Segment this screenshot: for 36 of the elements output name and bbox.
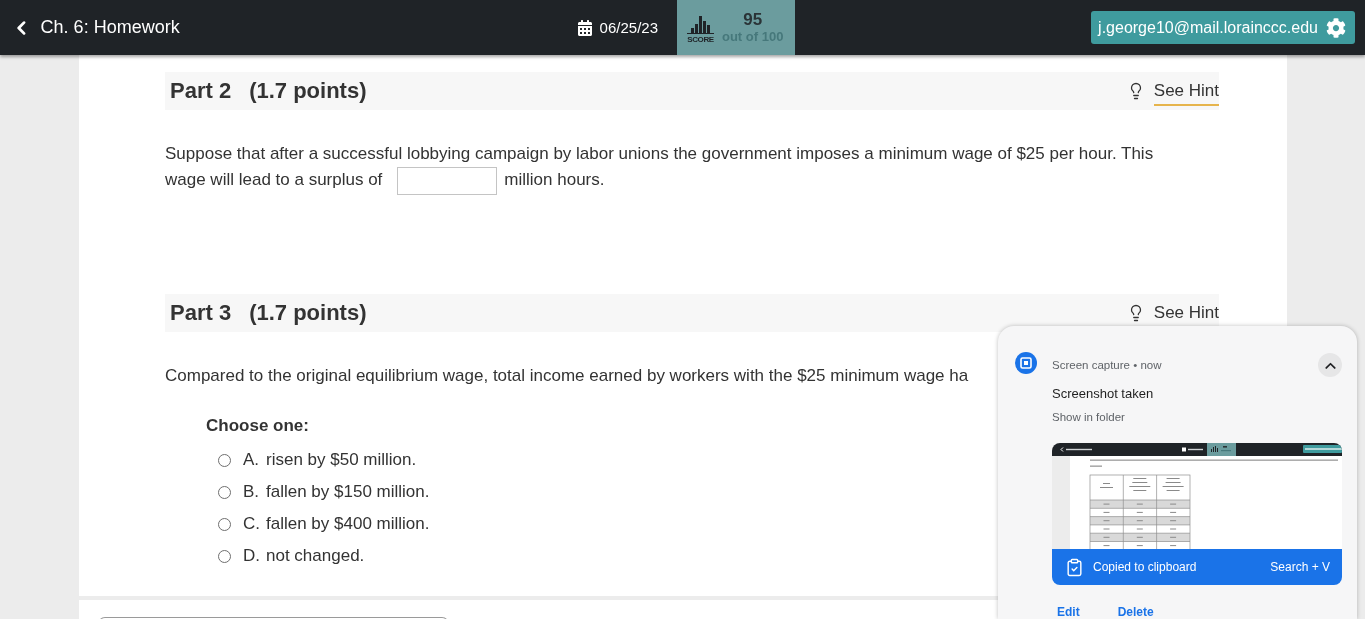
- banner-text: Copied to clipboard: [1093, 560, 1197, 574]
- score-value: 95: [743, 10, 763, 30]
- answer-option[interactable]: B. fallen by $150 million.: [218, 476, 430, 508]
- calendar-icon: [576, 19, 593, 36]
- radio-button[interactable]: [218, 453, 231, 467]
- answer-option[interactable]: C. fallen by $400 million.: [218, 508, 430, 540]
- radio-button[interactable]: [218, 549, 231, 563]
- question-text: Suppose that after a successful lobbying campaign by labor unions the government imposes a minimum wage of $25 per hour. This wage will lead to a surplus of million hours.: [165, 141, 1195, 195]
- chevron-left-icon: [17, 20, 26, 35]
- due-date: 06/25/23: [599, 19, 658, 36]
- part-title: Part 3: [170, 300, 232, 326]
- see-hint-link[interactable]: See Hint: [1153, 81, 1219, 106]
- collapse-button[interactable]: [1318, 353, 1342, 377]
- notification-title: Screenshot taken: [1052, 385, 1154, 403]
- part-title: Part 2: [170, 78, 232, 104]
- part-points: (1.7 points): [249, 78, 367, 104]
- choose-label: Choose one:: [206, 415, 309, 437]
- radio-button[interactable]: [218, 517, 231, 531]
- notification-action[interactable]: Edit: [1052, 605, 1085, 618]
- notification-action[interactable]: Delete: [1112, 605, 1159, 618]
- settings-icon: [1326, 17, 1346, 38]
- back-button[interactable]: Ch. 6: Homework: [17, 17, 180, 38]
- answer-field[interactable]: [397, 167, 498, 195]
- screen-capture-icon: [1015, 352, 1037, 374]
- answer-option[interactable]: A. risen by $50 million.: [218, 444, 417, 476]
- notification-source: Screen capture • now: [1052, 359, 1162, 371]
- radio-button[interactable]: [218, 485, 231, 499]
- question-text: Compared to the original equilibrium wage, total income earned by workers with the $25 minimum wage ha: [165, 365, 969, 387]
- show-in-folder-link[interactable]: Show in folder: [1052, 409, 1125, 425]
- answer-option[interactable]: D. not changed.: [218, 540, 365, 572]
- part-points: (1.7 points): [249, 300, 367, 326]
- screenshot-thumbnail-drawing[interactable]: [1052, 443, 1342, 549]
- clipboard-check-icon: [1065, 557, 1084, 577]
- shortcut-text: Search + V: [1270, 560, 1330, 574]
- score-label: SCORE: [687, 34, 714, 44]
- bar-chart-icon: [687, 15, 714, 34]
